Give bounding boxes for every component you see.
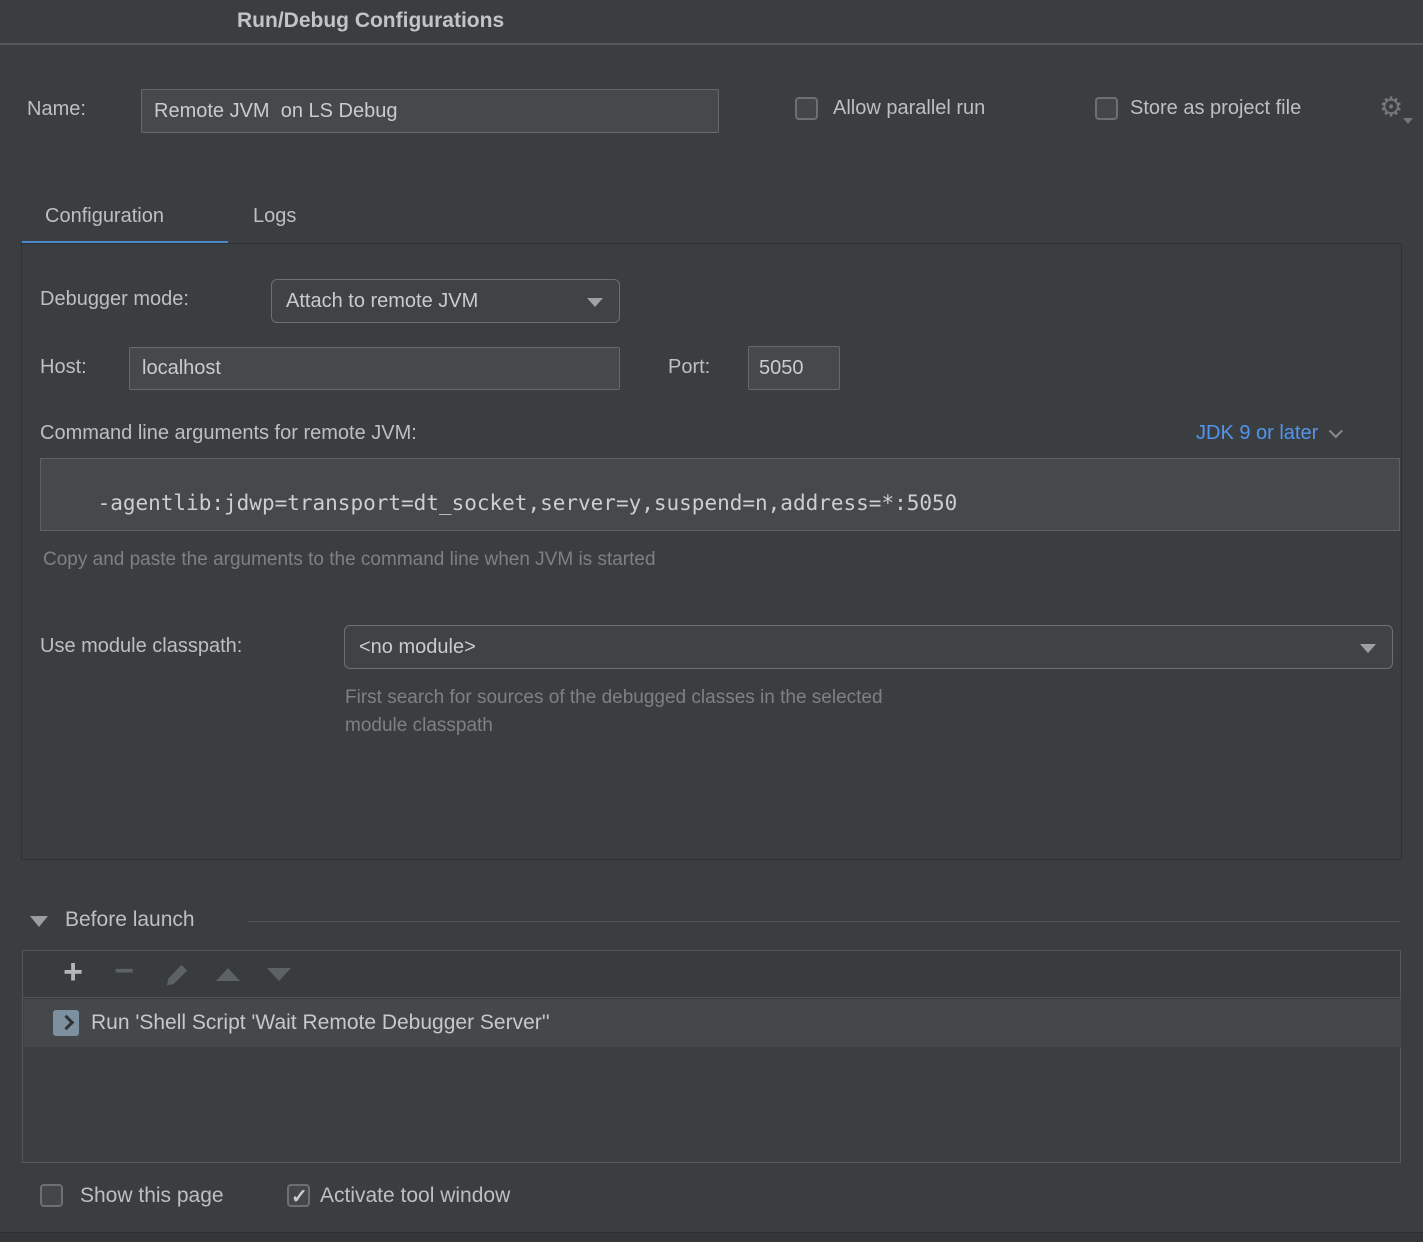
minus-icon: − [114, 954, 134, 988]
chevron-down-icon [587, 298, 603, 307]
port-label: Port: [668, 356, 710, 379]
chevron-down-icon [1403, 118, 1413, 124]
arrow-down-icon [267, 968, 291, 981]
edit-pencil-icon [165, 962, 190, 987]
arrow-up-icon [216, 968, 240, 981]
module-classpath-select[interactable]: <no module> [344, 625, 1393, 669]
before-launch-task-row[interactable]: Run 'Shell Script 'Wait Remote Debugger … [24, 999, 1401, 1047]
before-launch-task-label: Run 'Shell Script 'Wait Remote Debugger … [91, 1011, 550, 1035]
store-as-project-file-label: Store as project file [1130, 97, 1301, 120]
command-line-args-textarea[interactable]: -agentlib:jdwp=transport=dt_socket,serve… [40, 458, 1400, 531]
name-input[interactable]: Remote JVM on LS Debug [141, 89, 719, 133]
name-input-value: Remote JVM on LS Debug [154, 100, 397, 123]
gear-icon[interactable]: ⚙ [1379, 92, 1411, 124]
tab-logs[interactable]: Logs [253, 205, 296, 228]
jdk-version-selector[interactable]: JDK 9 or later [1196, 422, 1338, 445]
chevron-down-icon [1360, 644, 1376, 653]
dialog-bottom-edge [0, 1232, 1423, 1242]
dialog-titlebar: Run/Debug Configurations [0, 0, 1423, 45]
activate-tool-window-label: Activate tool window [320, 1184, 510, 1208]
dialog-title: Run/Debug Configurations [237, 9, 504, 33]
move-up-button[interactable] [208, 951, 248, 997]
port-input[interactable]: 5050 [748, 346, 840, 390]
before-launch-title: Before launch [65, 908, 195, 932]
show-this-page-checkbox[interactable] [40, 1184, 63, 1207]
plus-icon: + [63, 955, 83, 989]
before-launch-toolbar: + − [23, 951, 1400, 998]
host-label: Host: [40, 356, 87, 379]
before-launch-divider [248, 921, 1400, 922]
before-launch-list: + − Run 'Shell Script 'Wait Remote Debug… [22, 950, 1401, 1163]
module-classpath-label: Use module classpath: [40, 635, 242, 658]
host-input[interactable]: localhost [129, 347, 620, 390]
store-as-project-file-checkbox[interactable] [1095, 97, 1118, 120]
module-classpath-hint-line2: module classpath [345, 715, 493, 737]
activate-tool-window-checkbox[interactable] [287, 1184, 310, 1207]
allow-parallel-run-checkbox[interactable] [795, 97, 818, 120]
command-line-hint: Copy and paste the arguments to the comm… [43, 549, 656, 571]
tab-configuration[interactable]: Configuration [45, 205, 164, 228]
allow-parallel-run-label: Allow parallel run [833, 97, 985, 120]
debugger-mode-label: Debugger mode: [40, 288, 189, 311]
remove-button[interactable]: − [104, 951, 144, 997]
debugger-mode-select[interactable]: Attach to remote JVM [271, 279, 620, 323]
edit-button[interactable] [157, 951, 197, 997]
add-button[interactable]: + [53, 951, 93, 997]
before-launch-collapse-icon[interactable] [30, 916, 48, 927]
command-line-label: Command line arguments for remote JVM: [40, 422, 417, 445]
name-label: Name: [27, 98, 86, 121]
run-shell-script-icon [53, 1010, 79, 1036]
show-this-page-label: Show this page [80, 1184, 224, 1208]
move-down-button[interactable] [259, 951, 299, 997]
run-debug-configurations-dialog: Run/Debug Configurations Name: Remote JV… [0, 0, 1423, 1242]
module-classpath-hint-line1: First search for sources of the debugged… [345, 687, 883, 709]
